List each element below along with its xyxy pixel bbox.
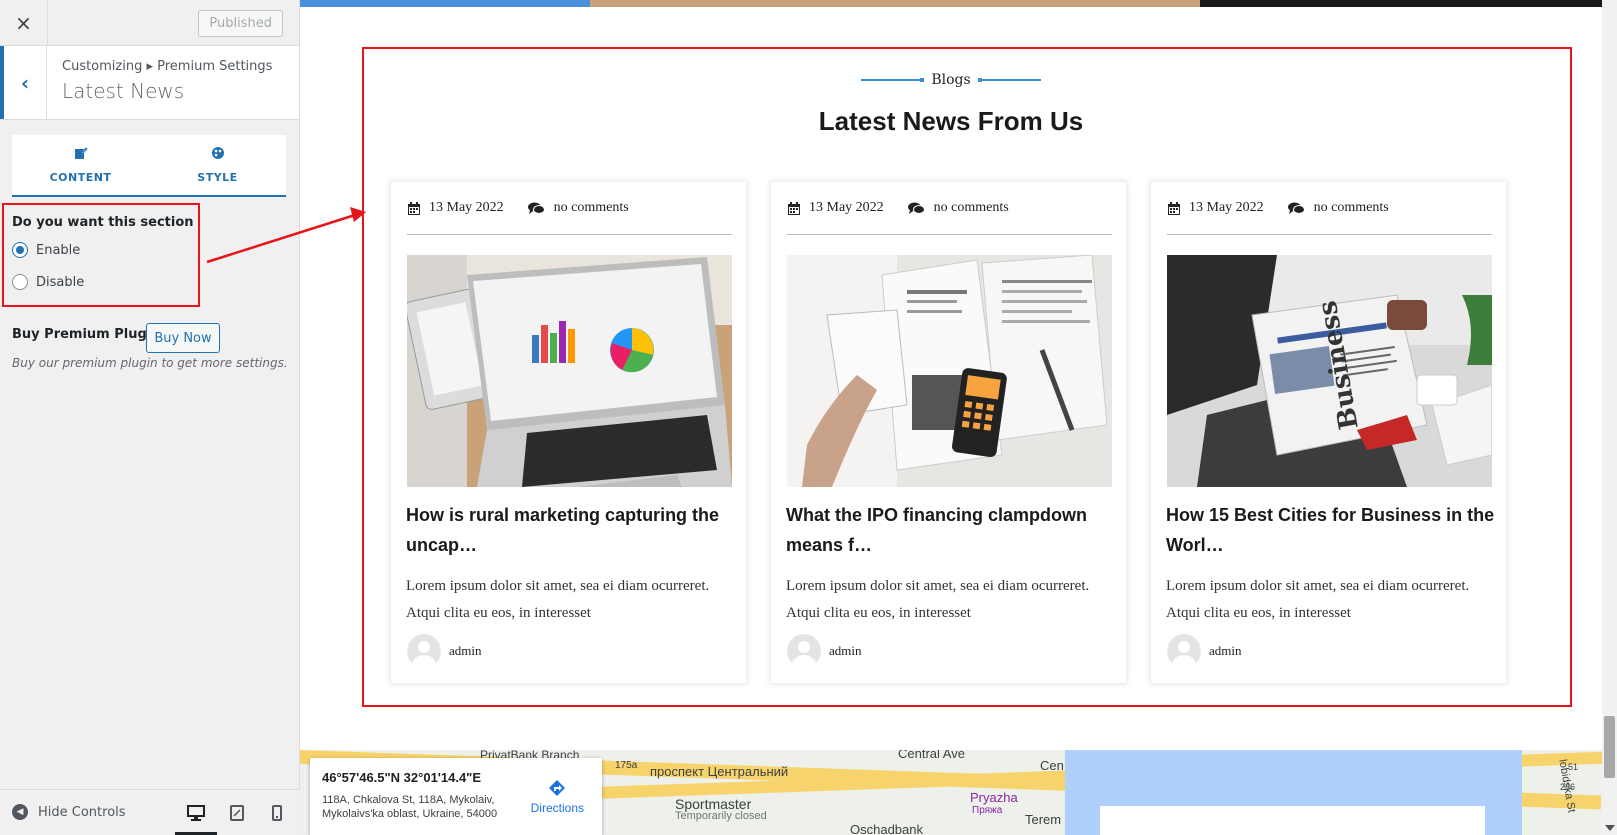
card-meta: 13 May 2022 no comments [1167, 200, 1389, 216]
customizer-sidebar: × Published ‹ Customizing ▸ Premium Sett… [0, 0, 300, 835]
directions-label: Directions [530, 801, 584, 815]
map-label-num: 175a [615, 760, 638, 771]
avatar [1167, 634, 1201, 668]
radio-enable-label: Enable [36, 242, 81, 258]
directions-button[interactable]: Directions [531, 778, 584, 815]
tab-content[interactable]: CONTENT [12, 135, 149, 195]
published-button[interactable]: Published [198, 10, 283, 37]
collapse-icon: ◀ [12, 804, 28, 820]
map-label-terem: Terem [1025, 812, 1062, 827]
radio-enable-circle[interactable] [12, 242, 28, 258]
post-excerpt: Lorem ipsum dolor sit amet, sea ei diam … [786, 578, 1090, 621]
sidebar-footer: ◀ Hide Controls [0, 789, 300, 835]
blog-card: 13 May 2022 no comments [390, 181, 747, 684]
blog-card: 13 May 2022 no comments Business How 15 … [1150, 181, 1507, 684]
radio-disable[interactable]: Disable [12, 274, 84, 290]
map-label-pryazha: Pryazha [970, 790, 1018, 805]
section-toggle-title: Do you want this section [12, 215, 194, 230]
scroll-down-arrow-icon[interactable] [1605, 825, 1615, 831]
desktop-preview-icon[interactable] [175, 804, 217, 835]
hide-controls-label: Hide Controls [38, 804, 126, 820]
settings-tabs: CONTENT STYLE [12, 135, 286, 197]
map-label-oschadbank: Oschadbank [850, 822, 923, 835]
map-block [1100, 806, 1485, 835]
post-date[interactable]: 13 May 2022 [429, 200, 504, 216]
map-label-closed: Temporarily closed [675, 810, 767, 822]
author-name: admin [1209, 643, 1242, 658]
post-author[interactable]: admin [407, 634, 482, 668]
post-image-laptop[interactable] [407, 255, 732, 487]
map-coordinates: 46°57'46.5"N 32°01'14.4"E [322, 770, 482, 785]
post-author[interactable]: admin [1167, 634, 1242, 668]
avatar [407, 634, 441, 668]
post-excerpt: Lorem ipsum dolor sit amet, sea ei diam … [1166, 578, 1470, 621]
tab-content-label: CONTENT [49, 171, 112, 184]
map-label-pryazha-ua: Пряжа [972, 805, 1003, 816]
comments-icon [528, 201, 546, 215]
post-title[interactable]: What the IPO financing clampdown means f… [786, 500, 1116, 560]
post-author[interactable]: admin [787, 634, 862, 668]
tab-style-label: STYLE [197, 171, 238, 184]
mobile-preview-icon[interactable] [268, 804, 286, 822]
post-title[interactable]: How 15 Best Cities for Business in the W… [1166, 500, 1496, 560]
top-image-strip [300, 0, 1602, 7]
calendar-icon [787, 201, 801, 215]
calendar-icon [1167, 201, 1181, 215]
card-divider [407, 234, 732, 235]
buy-premium-label: Buy Premium Plugin [12, 327, 161, 342]
map-info-card: 46°57'46.5"N 32°01'14.4"E 118A, Chkalova… [310, 758, 602, 835]
post-image-documents[interactable] [787, 255, 1112, 487]
blogs-label: Blogs [300, 72, 1602, 88]
label-line-right [977, 78, 1041, 82]
post-comments[interactable]: no comments [934, 200, 1009, 216]
author-name: admin [449, 643, 482, 658]
post-comments[interactable]: no comments [554, 200, 629, 216]
palette-icon [211, 146, 225, 164]
map-label-central-ave: Central Ave [898, 750, 965, 761]
post-comments[interactable]: no comments [1314, 200, 1389, 216]
blogs-label-text: Blogs [931, 72, 971, 88]
tablet-preview-icon[interactable] [228, 804, 246, 822]
comments-icon [1288, 201, 1306, 215]
preview-scrollbar[interactable] [1602, 0, 1617, 835]
map-label-cen: Cen [1040, 758, 1064, 773]
scroll-thumb[interactable] [1604, 716, 1615, 778]
post-excerpt: Lorem ipsum dolor sit amet, sea ei diam … [406, 578, 710, 621]
avatar [787, 634, 821, 668]
section-header: ‹ Customizing ▸ Premium Settings Latest … [0, 46, 299, 120]
radio-disable-circle[interactable] [12, 274, 28, 290]
card-divider [1167, 234, 1492, 235]
site-preview: Blogs Latest News From Us 13 May 2022 no… [300, 0, 1602, 835]
author-name: admin [829, 643, 862, 658]
calendar-icon [407, 201, 421, 215]
radio-disable-label: Disable [36, 274, 85, 290]
blog-card: 13 May 2022 no comments [770, 181, 1127, 684]
section-title: Latest News [62, 79, 185, 103]
label-line-left [861, 78, 925, 82]
radio-enable[interactable]: Enable [12, 242, 80, 258]
close-icon[interactable]: × [0, 0, 48, 46]
map-label-prospect: проспект Центральний [650, 764, 789, 779]
back-icon[interactable]: ‹ [0, 46, 47, 119]
latest-news-title: Latest News From Us [818, 106, 1084, 136]
post-date[interactable]: 13 May 2022 [809, 200, 884, 216]
directions-icon [547, 778, 567, 801]
breadcrumb: Customizing ▸ Premium Settings [62, 59, 273, 74]
post-title[interactable]: How is rural marketing capturing the unc… [406, 500, 736, 560]
edit-icon [74, 146, 88, 164]
sidebar-top-bar: × Published [0, 0, 299, 46]
hide-controls-button[interactable]: ◀ Hide Controls [12, 804, 126, 820]
card-divider [787, 234, 1112, 235]
card-meta: 13 May 2022 no comments [787, 200, 1009, 216]
comments-icon [908, 201, 926, 215]
card-meta: 13 May 2022 no comments [407, 200, 629, 216]
post-image-newspaper[interactable]: Business [1167, 255, 1492, 487]
google-map[interactable]: PrivatBank Branch 175a проспект Централь… [300, 750, 1602, 835]
map-address: 118A, Chkalova St, 118A, Mykolaiv, Mykol… [322, 794, 498, 820]
buy-description: Buy our premium plugin to get more setti… [12, 356, 288, 370]
tab-style[interactable]: STYLE [149, 135, 286, 195]
buy-now-button[interactable]: Buy Now [146, 323, 220, 353]
post-date[interactable]: 13 May 2022 [1189, 200, 1264, 216]
